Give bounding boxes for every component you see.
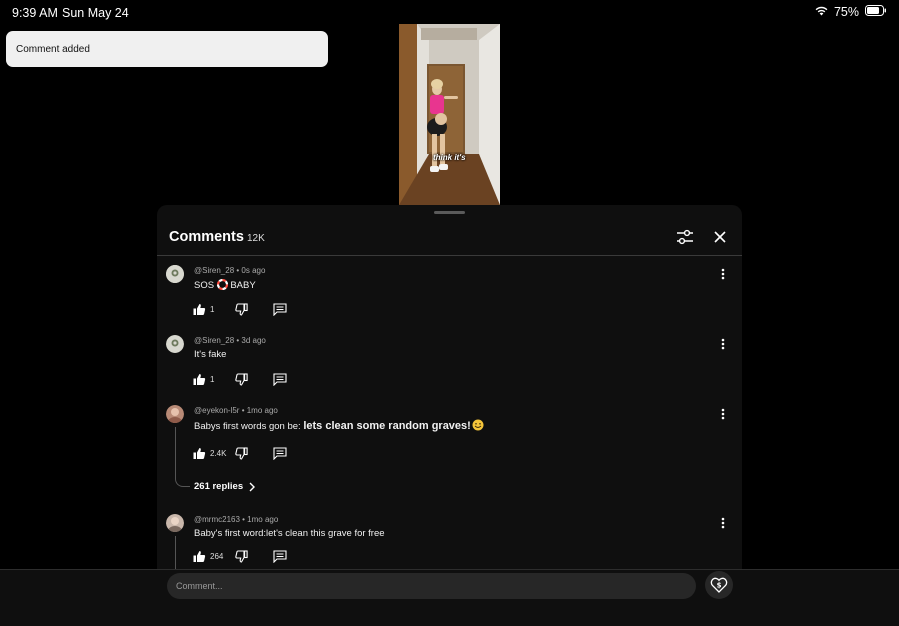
more-options-button[interactable] <box>716 267 730 281</box>
comment-author[interactable]: @eyekon-l5r <box>194 406 239 415</box>
comment-input[interactable] <box>167 573 696 599</box>
comment-text: Baby's first word:let's clean this grave… <box>194 528 385 539</box>
comment-age: 3d ago <box>241 336 266 345</box>
reply-icon <box>273 549 287 563</box>
like-count: 264 <box>210 551 224 561</box>
close-icon <box>714 231 726 243</box>
like-count: 1 <box>210 374 215 384</box>
more-vertical-icon <box>721 517 725 529</box>
comment-author[interactable]: @mrmc2163 <box>194 515 240 524</box>
video-frame <box>399 24 500 205</box>
comment-item: @eyekon-l5r • 1mo ago Babys first words … <box>157 405 742 505</box>
like-count: 2.4K <box>210 448 227 458</box>
avatar[interactable] <box>166 405 184 423</box>
like-count: 1 <box>210 304 215 314</box>
thumbs-down-icon <box>235 372 248 386</box>
status-bar: 9:39 AM Sun May 24 75% <box>0 0 899 26</box>
comment-text: It's fake <box>194 349 227 360</box>
comment-item: @Siren_28 • 3d ago It's fake 1 <box>157 335 742 397</box>
comment-composer: $ <box>0 569 899 626</box>
reply-icon <box>273 302 287 316</box>
more-options-button[interactable] <box>716 516 730 530</box>
dislike-button[interactable] <box>235 548 248 564</box>
more-vertical-icon <box>721 408 725 420</box>
comment-age: 1mo ago <box>246 406 278 415</box>
comment-meta: @eyekon-l5r • 1mo ago <box>194 406 278 415</box>
reply-button[interactable] <box>273 301 287 317</box>
thumbs-up-icon <box>193 303 206 315</box>
reply-button[interactable] <box>273 548 287 564</box>
comments-header: Comments 12K <box>157 205 742 256</box>
svg-text:$: $ <box>717 582 722 590</box>
like-button[interactable]: 1 <box>193 371 214 387</box>
clock: 9:39 AM <box>12 6 58 20</box>
more-vertical-icon <box>721 268 725 280</box>
avatar[interactable] <box>166 335 184 353</box>
comment-text-end: BABY <box>227 280 256 291</box>
more-vertical-icon <box>721 338 725 350</box>
dislike-button[interactable] <box>235 301 248 317</box>
thumbs-up-icon <box>193 447 206 459</box>
filter-button[interactable] <box>675 227 695 247</box>
comment-item: @Siren_28 • 0s ago SOS BABY 1 <box>157 265 742 327</box>
comments-count: 12K <box>247 233 265 244</box>
comment-text: Babys first words gon be: lets clean som… <box>194 419 484 434</box>
thumbs-up-icon <box>193 550 206 562</box>
like-button[interactable]: 1 <box>193 301 214 317</box>
comment-meta: @Siren_28 • 3d ago <box>194 336 266 345</box>
close-button[interactable] <box>710 227 730 247</box>
comment-text: SOS BABY <box>194 278 256 293</box>
comment-text-start: SOS <box>194 280 217 291</box>
comment-age: 1mo ago <box>247 515 279 524</box>
comment-age: 0s ago <box>241 266 266 275</box>
view-replies-button[interactable]: 261 replies <box>194 481 256 492</box>
comment-text-bold: lets clean some random graves! <box>303 420 471 432</box>
thread-line <box>175 427 190 487</box>
comments-title: Comments <box>169 229 244 245</box>
dislike-button[interactable] <box>235 445 248 461</box>
reply-button[interactable] <box>273 371 287 387</box>
super-thanks-heart-icon: $ <box>710 577 728 593</box>
avatar[interactable] <box>166 514 184 532</box>
thumbs-up-icon <box>193 373 206 385</box>
thumbs-down-icon <box>235 302 248 316</box>
battery-percent: 75% <box>833 5 859 19</box>
toast-text: Comment added <box>16 44 90 55</box>
comment-author[interactable]: @Siren_28 <box>194 336 234 345</box>
video-caption: think it's <box>433 153 466 162</box>
replies-count: 261 replies <box>194 481 244 492</box>
like-button[interactable]: 2.4K <box>193 445 226 461</box>
thumbs-down-icon <box>235 549 248 563</box>
comment-author[interactable]: @Siren_28 <box>194 266 234 275</box>
life-ring-emoji-icon <box>216 278 228 293</box>
super-thanks-button[interactable]: $ <box>705 571 733 599</box>
chevron-right-icon <box>249 482 256 491</box>
more-options-button[interactable] <box>716 407 730 421</box>
reply-button[interactable] <box>273 445 287 461</box>
reply-icon <box>273 446 287 460</box>
battery-icon <box>865 5 887 19</box>
comment-meta: @Siren_28 • 0s ago <box>194 266 266 275</box>
grinning-emoji-icon <box>472 419 484 434</box>
comment-item: @mrmc2163 • 1mo ago Baby's first word:le… <box>157 514 742 570</box>
like-button[interactable]: 264 <box>193 548 223 564</box>
thumbs-down-icon <box>235 446 248 460</box>
comments-panel: Comments 12K @Siren_28 • 0s ago SOS BABY… <box>157 205 742 570</box>
dislike-button[interactable] <box>235 371 248 387</box>
comment-added-toast: Comment added <box>6 31 328 67</box>
status-indicators: 75% <box>815 5 887 19</box>
date: Sun May 24 <box>62 6 129 20</box>
more-options-button[interactable] <box>716 337 730 351</box>
reply-icon <box>273 372 287 386</box>
comment-meta: @mrmc2163 • 1mo ago <box>194 515 279 524</box>
wifi-icon <box>815 5 828 19</box>
thread-line <box>175 536 190 570</box>
video-player[interactable]: think it's <box>399 24 500 205</box>
avatar[interactable] <box>166 265 184 283</box>
sliders-icon <box>677 229 693 245</box>
comment-text-start: Babys first words gon be: <box>194 421 304 432</box>
